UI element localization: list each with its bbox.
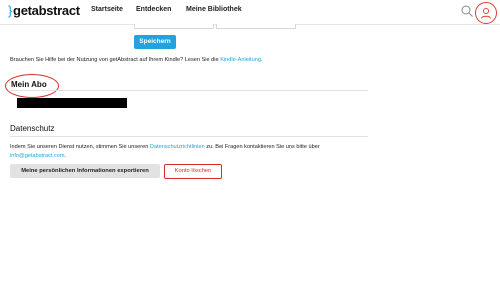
contact-email-link[interactable]: info@getabstract.com bbox=[10, 153, 65, 159]
privacy-policy-link[interactable]: Datenschutzrichtlinien bbox=[150, 144, 205, 150]
divider bbox=[10, 90, 368, 91]
form-field[interactable] bbox=[134, 24, 214, 29]
search-icon[interactable] bbox=[460, 4, 474, 18]
form-field[interactable] bbox=[216, 24, 296, 29]
kindle-help-text: Brauchen Sie Hilfe bei der Nutzung von g… bbox=[10, 57, 263, 63]
section-title-datenschutz: Datenschutz bbox=[10, 124, 55, 133]
logo-brace: } bbox=[8, 3, 13, 18]
logo-text: getabstract bbox=[13, 3, 80, 18]
redacted-subscription-info bbox=[17, 98, 127, 108]
user-icon bbox=[481, 7, 491, 19]
nav-entdecken[interactable]: Entdecken bbox=[136, 6, 171, 13]
export-data-button[interactable]: Meine persönlichen Informationen exporti… bbox=[10, 164, 160, 178]
user-account-button[interactable] bbox=[475, 2, 497, 24]
getabstract-logo[interactable]: }getabstract bbox=[8, 3, 80, 18]
kindle-guide-link[interactable]: Kindle-Anleitung bbox=[220, 57, 261, 63]
top-navigation: }getabstract Startseite Entdecken Meine … bbox=[0, 0, 500, 25]
section-title-mein-abo: Mein Abo bbox=[11, 80, 47, 89]
save-button[interactable]: Speichern bbox=[134, 35, 176, 49]
divider bbox=[10, 136, 368, 137]
privacy-text: Indem Sie unseren Dienst nutzen, stimmen… bbox=[10, 144, 320, 159]
nav-startseite[interactable]: Startseite bbox=[91, 6, 123, 13]
delete-account-button[interactable]: Konto löschen bbox=[164, 164, 222, 179]
nav-meine-bibliothek[interactable]: Meine Bibliothek bbox=[186, 6, 242, 13]
